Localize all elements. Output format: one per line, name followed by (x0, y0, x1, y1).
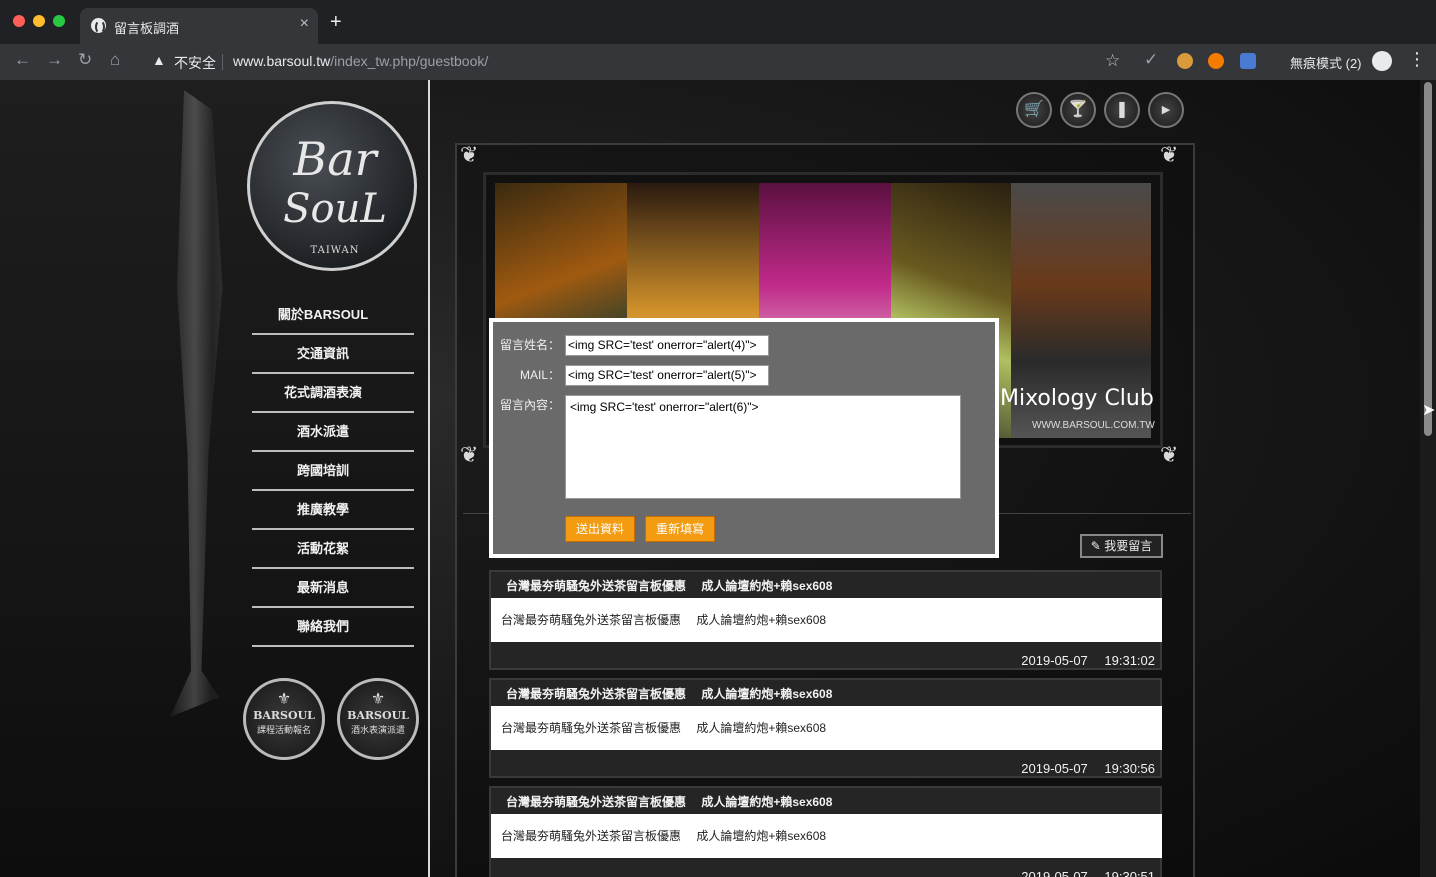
name-label: 留言姓名： (500, 338, 561, 352)
nav-item-flair-show[interactable]: 花式調酒表演 (252, 374, 414, 413)
edit-icon: ✎ (1090, 539, 1105, 553)
mail-input[interactable]: <img SRC='test' onerror="alert(5)"> (565, 365, 769, 386)
warning-icon: ▲ (152, 52, 166, 68)
fox-extension-icon[interactable] (1208, 53, 1224, 69)
forward-icon[interactable]: → (46, 50, 63, 70)
nav-item-events[interactable]: 活動花絮 (252, 530, 414, 569)
badge-name: BARSOUL (253, 709, 315, 722)
tab-title: 留言板調酒 (114, 21, 180, 36)
incognito-icon[interactable] (1372, 51, 1392, 71)
youtube-icon[interactable]: ▶ (1148, 92, 1184, 128)
new-tab-button[interactable]: + (330, 12, 342, 32)
entry-text: 台灣最夯萌騷兔外送茶留言板優惠 成人論壇約炮+賴sex608 (501, 613, 827, 627)
mouse-cursor-icon: ➤ (1422, 402, 1436, 419)
cookie-extension-icon[interactable] (1177, 53, 1193, 69)
flourish-top-left-icon: ❦ (460, 142, 479, 167)
nav-item-training[interactable]: 跨國培訓 (252, 452, 414, 491)
entry-text: 台灣最夯萌騷兔外送茶留言板優惠 成人論壇約炮+賴sex608 (501, 721, 827, 735)
flourish-bottom-left-icon: ❦ (460, 442, 479, 467)
entry-body: 台灣最夯萌騷兔外送茶留言板優惠 成人論壇約炮+賴sex608 (491, 706, 1162, 750)
entry-title: 台灣最夯萌騷兔外送茶留言板優惠 成人論壇約炮+賴sex608 (506, 579, 833, 593)
reset-button[interactable]: 重新填寫 (645, 516, 716, 542)
maximize-window-button[interactable] (53, 15, 65, 27)
url-text[interactable]: www.barsoul.tw/index_tw.php/guestbook/ (233, 53, 488, 69)
content-textarea[interactable]: <img SRC='test' onerror="alert(6)"> (565, 395, 961, 499)
bottle-icon[interactable]: ❚ (1104, 92, 1140, 128)
badge-name: BARSOUL (347, 709, 409, 722)
logo-text-soul: SouL (283, 186, 387, 232)
fleur-de-lis-icon: ⚜ (370, 689, 386, 708)
badge-sub: 課程活動報名 (256, 726, 311, 736)
entry-title: 台灣最夯萌騷兔外送茶留言板優惠 成人論壇約炮+賴sex608 (506, 687, 833, 701)
nav-item-contact[interactable]: 聯絡我們 (252, 608, 414, 647)
show-dispatch-badge[interactable]: ⚜ BARSOUL 酒水表演派遣 (337, 678, 419, 760)
banner-club-url: WWW.BARSOUL.COM.TW (1032, 420, 1155, 431)
minimize-window-button[interactable] (33, 15, 45, 27)
badge-sub: 酒水表演派遣 (350, 726, 405, 736)
logo-text-bar: Bar (293, 132, 377, 186)
cocktail-icon[interactable]: 🍸 (1060, 92, 1096, 128)
logo-text-taiwan: TAIWAN (310, 245, 360, 256)
cocktail-glass-image (170, 90, 223, 717)
nav-item-traffic[interactable]: 交通資訊 (252, 335, 414, 374)
globe-icon (91, 18, 106, 34)
entry-body: 台灣最夯萌騷兔外送茶留言板優惠 成人論壇約炮+賴sex608 (491, 814, 1162, 858)
check-extension-icon[interactable]: ✓ (1144, 50, 1158, 70)
main-nav: 關於BARSOUL 交通資訊 花式調酒表演 酒水派遣 跨國培訓 推廣教學 活動花… (252, 296, 414, 647)
entry-date: 2019-05-07 19:30:51 (1021, 869, 1155, 877)
course-signup-badge[interactable]: ⚜ BARSOUL 課程活動報名 (243, 678, 325, 760)
scrollbar-thumb[interactable] (1424, 82, 1432, 436)
nav-item-about[interactable]: 關於BARSOUL (252, 296, 414, 335)
nav-item-teaching[interactable]: 推廣教學 (252, 491, 414, 530)
close-tab-icon[interactable]: × (300, 15, 309, 33)
leave-message-button[interactable]: ✎ 我要留言 (1080, 534, 1163, 558)
entry-body: 台灣最夯萌騷兔外送茶留言板優惠 成人論壇約炮+賴sex608 (491, 598, 1162, 642)
shopping-cart-icon[interactable]: 🛒 (1016, 92, 1052, 128)
entry-date: 2019-05-07 19:30:56 (1021, 761, 1155, 776)
translate-extension-icon[interactable] (1240, 53, 1256, 69)
page-body: Bar SouL TAIWAN 關於BARSOUL 交通資訊 花式調酒表演 酒水… (0, 80, 1436, 877)
flourish-top-right-icon: ❦ (1160, 142, 1179, 167)
barsoul-logo[interactable]: Bar SouL TAIWAN (247, 101, 417, 271)
insecure-label: 不安全 (174, 55, 216, 71)
mail-label: MAIL： (519, 368, 560, 382)
back-icon[interactable]: ← (14, 50, 31, 70)
leave-message-label: 我要留言 (1104, 539, 1153, 553)
browser-toolbar: ← → ↻ ⌂ ▲ 不安全 www.barsoul.tw/index_tw.ph… (0, 44, 1436, 80)
tab-guestbook[interactable]: 留言板調酒 × (80, 8, 318, 44)
submit-button[interactable]: 送出資料 (565, 516, 636, 542)
nav-item-bar-dispatch[interactable]: 酒水派遣 (252, 413, 414, 452)
url-path: /index_tw.php/guestbook/ (330, 53, 489, 69)
entry-text: 台灣最夯萌騷兔外送茶留言板優惠 成人論壇約炮+賴sex608 (501, 829, 827, 843)
close-window-button[interactable] (13, 15, 25, 27)
guestbook-entry: 台灣最夯萌騷兔外送茶留言板優惠 成人論壇約炮+賴sex608 台灣最夯萌騷兔外送… (489, 786, 1162, 877)
incognito-label[interactable]: 無痕模式 (2) (1290, 53, 1362, 72)
fleur-de-lis-icon: ⚜ (276, 689, 292, 708)
guestbook-form: 留言姓名： <img SRC='test' onerror="alert(4)"… (489, 318, 999, 558)
name-input[interactable]: <img SRC='test' onerror="alert(4)"> (565, 335, 769, 356)
home-icon[interactable]: ⌂ (110, 50, 120, 70)
bookmark-star-icon[interactable]: ☆ (1105, 51, 1120, 71)
reload-icon[interactable]: ↻ (78, 50, 92, 70)
left-sidebar: Bar SouL TAIWAN 關於BARSOUL 交通資訊 花式調酒表演 酒水… (0, 80, 428, 877)
banner-club-name: Mixology Club (1000, 386, 1154, 411)
url-domain: www.barsoul.tw (233, 53, 331, 69)
entry-title: 台灣最夯萌騷兔外送茶留言板優惠 成人論壇約炮+賴sex608 (506, 795, 833, 809)
browser-menu-icon[interactable]: ⋮ (1408, 49, 1426, 70)
guestbook-entry: 台灣最夯萌騷兔外送茶留言板優惠 成人論壇約炮+賴sex608 台灣最夯萌騷兔外送… (489, 678, 1162, 778)
content-label: 留言內容： (500, 398, 561, 412)
entry-date: 2019-05-07 19:31:02 (1021, 653, 1155, 668)
omnibox-divider (222, 54, 223, 70)
tab-bar: 留言板調酒 × + (0, 0, 1436, 44)
guestbook-entry: 台灣最夯萌騷兔外送茶留言板優惠 成人論壇約炮+賴sex608 台灣最夯萌騷兔外送… (489, 570, 1162, 670)
address-bar[interactable]: ▲ 不安全 www.barsoul.tw/index_tw.php/guestb… (143, 47, 1133, 77)
sidebar-divider (428, 80, 430, 877)
nav-item-news[interactable]: 最新消息 (252, 569, 414, 608)
